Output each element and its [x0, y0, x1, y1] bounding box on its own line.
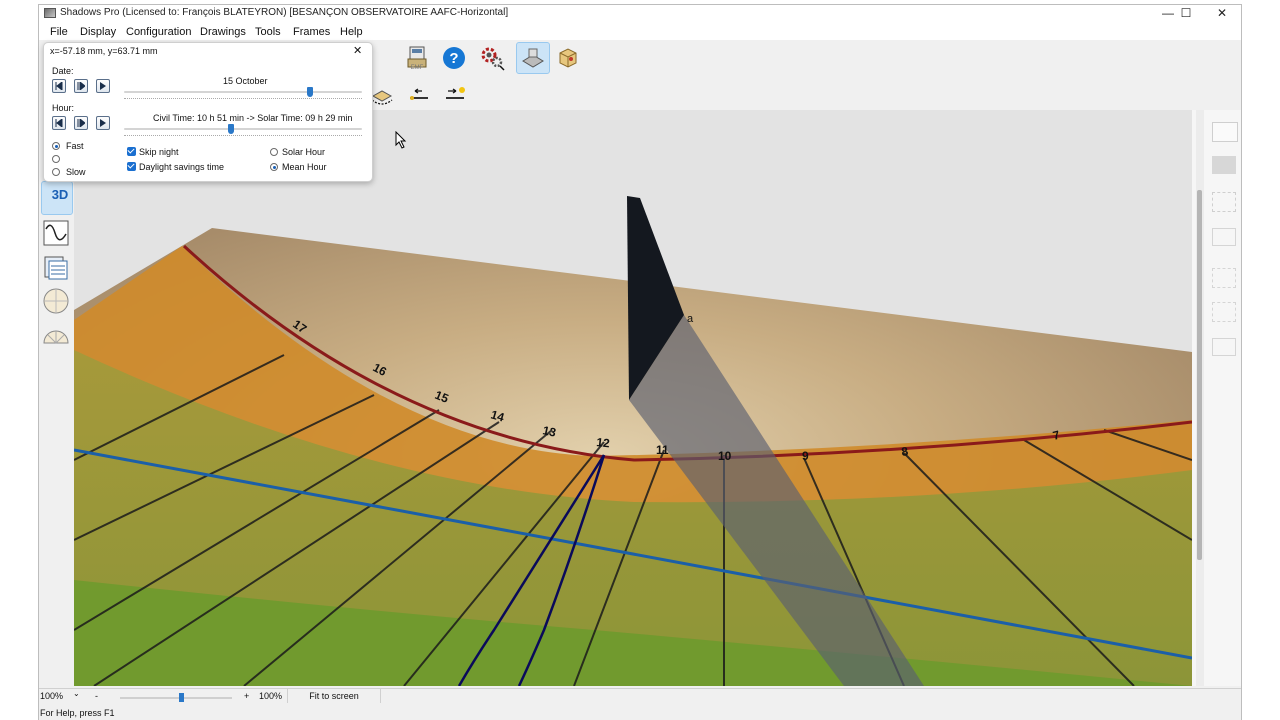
scrollbar-thumb[interactable]: [1197, 190, 1202, 560]
chevron-down-icon[interactable]: ⌄: [73, 689, 80, 698]
hour-number-11: 11: [656, 443, 669, 457]
hour-number-12: 12: [596, 435, 611, 450]
date-hour-popup: [43, 42, 373, 182]
speed-medium-radio[interactable]: [52, 155, 60, 163]
menu-help[interactable]: Help: [340, 26, 363, 38]
solar-hour-label: Solar Hour: [282, 147, 326, 157]
hour-slider-track[interactable]: [124, 128, 362, 130]
menu-display[interactable]: Display: [80, 26, 116, 38]
delete-tool-icon: [1212, 192, 1236, 212]
date-value: 15 October: [223, 76, 268, 86]
window-title: Shadows Pro (Licensed to: François BLATE…: [60, 7, 509, 18]
menu-configuration[interactable]: Configuration: [126, 26, 191, 38]
civil-solar-time: Civil Time: 10 h 51 min -> Solar Time: 0…: [153, 113, 353, 123]
zoom-out-button[interactable]: -: [95, 691, 98, 701]
half-dial-icon[interactable]: [41, 320, 71, 350]
zoom-select[interactable]: 100%: [40, 691, 63, 701]
help-icon[interactable]: ?: [439, 43, 469, 73]
mean-hour-label: Mean Hour: [282, 162, 327, 172]
app-logo-icon: [44, 8, 56, 18]
emf-label: EMF: [411, 65, 424, 71]
dst-checkbox[interactable]: [127, 162, 136, 171]
hour-play-button[interactable]: [74, 116, 88, 130]
sun-right-icon[interactable]: [440, 80, 470, 110]
zoom-slider-thumb[interactable]: [179, 693, 184, 702]
speed-fast-label: Fast: [66, 141, 84, 151]
sphere-dial-icon[interactable]: [41, 286, 71, 316]
menu-file[interactable]: File: [50, 26, 68, 38]
emf-export-icon[interactable]: EMF: [402, 43, 432, 73]
view-3d-label: 3D: [51, 186, 69, 202]
popup-close-button[interactable]: ✕: [353, 44, 362, 57]
zoom-in-button[interactable]: +: [244, 691, 249, 701]
help-glyph: ?: [449, 50, 458, 67]
date-slider-ticks: [124, 98, 362, 102]
hour-number-9: 9: [802, 449, 809, 463]
menu-drawings[interactable]: Drawings: [200, 26, 246, 38]
mean-hour-radio[interactable]: [270, 163, 278, 171]
hour-next-button[interactable]: [96, 116, 110, 130]
box-3d-icon[interactable]: [553, 43, 583, 73]
zoom-value: 100%: [259, 691, 283, 701]
hour-number-10: 10: [718, 449, 732, 463]
skip-night-label: Skip night: [139, 147, 179, 157]
date-slider-thumb[interactable]: [306, 87, 313, 97]
maximize-button[interactable]: ☐: [1168, 5, 1204, 21]
rect-tool-icon: [1212, 156, 1236, 174]
date-next-button[interactable]: [96, 79, 110, 93]
size-tool-icon: [1212, 338, 1236, 356]
status-bar: [39, 705, 1241, 720]
skip-night-checkbox[interactable]: [127, 147, 136, 156]
list-tool-icon: [1212, 228, 1236, 246]
curve-icon[interactable]: [41, 218, 71, 248]
gnomon-marker: a: [687, 313, 694, 325]
hour-slider-thumb[interactable]: [228, 124, 235, 134]
date-slider-track[interactable]: [124, 91, 362, 93]
speed-fast-radio[interactable]: [52, 142, 60, 150]
speed-slow-label: Slow: [66, 167, 86, 177]
date-label: Date:: [52, 66, 74, 76]
menu-tools[interactable]: Tools: [255, 26, 281, 38]
close-button[interactable]: ✕: [1204, 5, 1240, 21]
hour-slider-ticks: [124, 135, 362, 139]
settings-gears-icon[interactable]: [477, 43, 507, 73]
sun-left-icon[interactable]: [404, 80, 434, 110]
fit-to-screen-button[interactable]: Fit to screen: [287, 689, 381, 703]
view-toggle-icon[interactable]: [516, 42, 550, 74]
mouse-cursor-icon: [395, 130, 407, 152]
hour-prev-fast-button[interactable]: [52, 116, 66, 130]
date-prev-fast-button[interactable]: [52, 79, 66, 93]
hour-label: Hour:: [52, 103, 75, 113]
date-play-button[interactable]: [74, 79, 88, 93]
dst-label: Daylight savings time: [139, 162, 225, 172]
speed-slow-radio[interactable]: [52, 168, 60, 176]
table-icon[interactable]: [41, 252, 71, 282]
status-text: For Help, press F1: [40, 708, 115, 718]
height-tool-icon: [1212, 302, 1236, 322]
view-3d-icon[interactable]: 3D: [41, 181, 73, 215]
zoom-slider-track[interactable]: [120, 697, 232, 699]
sundial-3d-view[interactable]: a 17 16 15 14 13 12 11 10 9 8 7: [74, 110, 1192, 686]
text-tool-icon: [1212, 122, 1238, 142]
solar-hour-radio[interactable]: [270, 148, 278, 156]
menu-frames[interactable]: Frames: [293, 26, 330, 38]
width-tool-icon: [1212, 268, 1236, 288]
coordinates-readout: x=-57.18 mm, y=63.71 mm: [50, 46, 158, 56]
